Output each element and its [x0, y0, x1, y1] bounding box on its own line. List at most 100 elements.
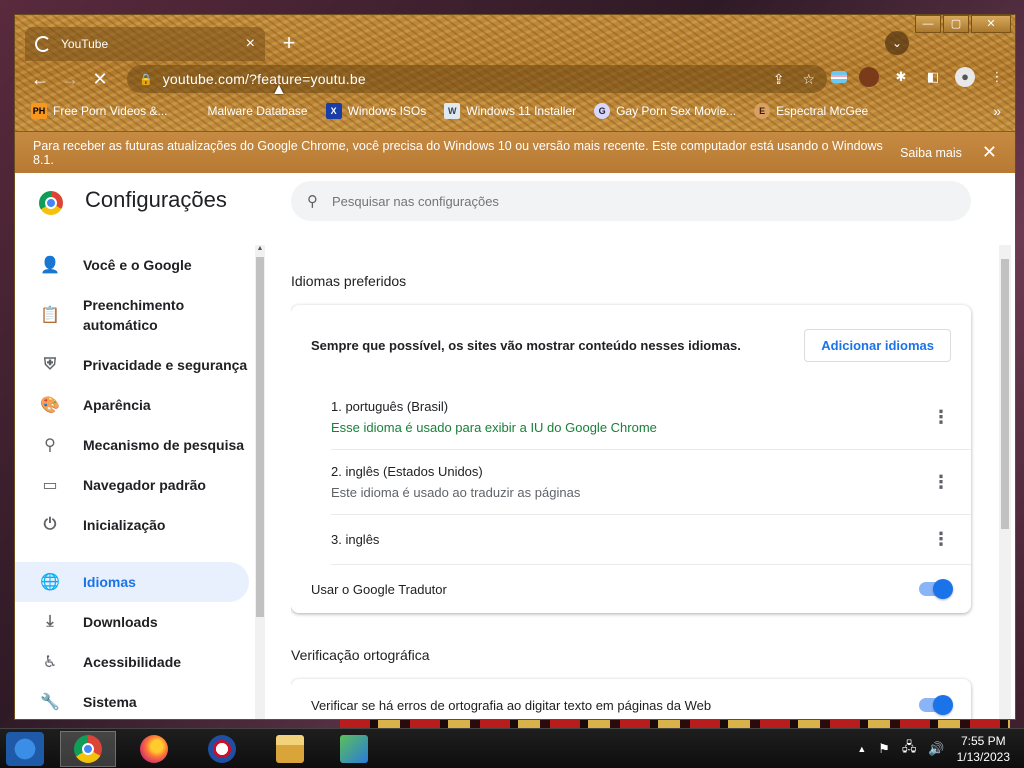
forward-button[interactable]: → [55, 65, 85, 93]
spellcheck-section-title: Verificação ortográfica [291, 647, 430, 663]
sidebar-item-label: Você e o Google [83, 257, 192, 273]
settings-search[interactable]: ⚲ [291, 181, 971, 221]
sidebar-item-default-browser[interactable]: ▭ Navegador padrão [15, 465, 249, 505]
sidebar-item-languages[interactable]: 🌐 Idiomas [15, 562, 249, 602]
globe-favicon-icon: G [594, 103, 611, 119]
more-actions-icon[interactable]: ⋮ [931, 529, 951, 550]
sidebar-item-startup[interactable]: ⏻ Inicialização [15, 505, 249, 545]
x-favicon-icon: X [325, 103, 342, 119]
lock-icon[interactable]: 🔒 [139, 73, 153, 86]
ph-favicon-icon: PH [31, 103, 47, 119]
taskbar-file-explorer[interactable] [262, 731, 318, 767]
language-note: Este idioma é usado ao traduzir as págin… [331, 485, 581, 500]
sidebar-item-label: Aparência [83, 397, 151, 413]
sidebar-item-label: Inicialização [83, 517, 166, 533]
taskbar-network-app[interactable] [326, 731, 382, 767]
sidebar-item-system[interactable]: 🔧 Sistema [15, 682, 249, 719]
profile-avatar-icon[interactable]: ● [955, 67, 975, 87]
bookmark-item[interactable]: E Espectral McGee [754, 103, 868, 119]
face-favicon-icon: E [754, 103, 771, 119]
power-icon: ⏻ [43, 516, 57, 533]
download-icon: ⤓ [46, 613, 54, 630]
sidebar-item-you-and-google[interactable]: 👤 Você e o Google [15, 245, 249, 285]
puzzle-extensions-icon[interactable]: ✱ [891, 67, 911, 87]
search-input[interactable] [332, 193, 955, 209]
tray-expand-icon[interactable]: ▲ [857, 744, 866, 754]
infobar-message: Para receber as futuras atualizações do … [33, 138, 883, 167]
language-text: 2. inglês (Estados Unidos) Este idioma é… [331, 464, 931, 500]
language-name: 2. inglês (Estados Unidos) [331, 464, 483, 479]
tab-youtube[interactable]: YouTube × [25, 27, 265, 61]
start-button[interactable] [6, 732, 44, 766]
close-window-button[interactable]: ✕ [971, 15, 1011, 33]
mouse-cursor-icon: ▲ [271, 81, 287, 98]
bookmark-item[interactable]: PH Free Porn Videos &... [31, 103, 168, 119]
action-center-flag-icon[interactable]: ⚑ [878, 741, 890, 757]
translate-label: Usar o Google Tradutor [311, 581, 447, 597]
minimize-button[interactable]: — [915, 15, 941, 33]
toolbar: ← → ✕ 🔒 youtube.com/?feature=youtu.be ⇪ … [15, 63, 1015, 95]
accessibility-icon: ♿ [42, 654, 58, 671]
stop-loading-button[interactable]: ✕ [85, 65, 115, 93]
taskbar-obama-logo[interactable] [194, 731, 250, 767]
network-icon[interactable]: 🖧 [902, 738, 917, 760]
bookmark-label: Malware Database [207, 104, 308, 118]
sidebar-item-autofill[interactable]: 📋 Preenchimento automático [15, 285, 249, 345]
tab-search-button[interactable]: ⌄ [885, 31, 909, 55]
browser-window: YouTube × + ⌄ — ▢ ✕ ← → ✕ 🔒 youtube.com/… [14, 14, 1016, 720]
scroll-up-icon[interactable]: ▲ [255, 245, 265, 252]
translate-toggle[interactable] [919, 579, 953, 599]
tab-title: YouTube [61, 37, 109, 51]
taskbar: ▲ ⚑ 🖧 🔊 7:55 PM 1/13/2023 [0, 728, 1024, 768]
palette-icon: 🎨 [40, 397, 60, 414]
window-controls: — ▢ ✕ [913, 15, 1011, 33]
sidebar-item-privacy[interactable]: ⛨ Privacidade e segurança [15, 345, 249, 385]
bookmark-item[interactable]: Malware Database [186, 103, 308, 119]
maximize-button[interactable]: ▢ [943, 15, 969, 33]
bookmark-item[interactable]: W Windows 11 Installer [444, 103, 576, 119]
languages-description: Sempre que possível, os sites vão mostra… [311, 337, 741, 353]
sidebar-scrollbar[interactable]: ▲ ▼ [255, 245, 265, 719]
sidebar-item-appearance[interactable]: 🎨 Aparência [15, 385, 249, 425]
taskbar-firefox[interactable] [126, 731, 182, 767]
learn-more-link[interactable]: Saiba mais [900, 146, 962, 160]
spellcheck-toggle[interactable] [919, 695, 953, 715]
bookmark-item[interactable]: G Gay Porn Sex Movie... [594, 103, 736, 119]
main-scroll-thumb[interactable] [1001, 259, 1009, 529]
url-text[interactable]: youtube.com/?feature=youtu.be [163, 71, 755, 87]
new-tab-button[interactable]: + [277, 32, 301, 56]
sidebar-item-label: Downloads [83, 614, 158, 630]
add-languages-button[interactable]: Adicionar idiomas [804, 328, 951, 362]
clock-date: 1/13/2023 [956, 750, 1010, 764]
bookmark-item[interactable]: X Windows ISOs [325, 103, 426, 119]
main-scrollbar[interactable] [999, 245, 1011, 719]
more-actions-icon[interactable]: ⋮ [931, 407, 951, 428]
infobar-close-icon[interactable]: ✕ [982, 142, 997, 163]
network-app-icon [340, 735, 368, 763]
settings-page: Configurações ⚲ 👤 Você e o Google 📋 Pree… [15, 173, 1015, 719]
clock-time: 7:55 PM [960, 734, 1006, 748]
more-actions-icon[interactable]: ⋮ [931, 472, 951, 493]
back-button[interactable]: ← [25, 65, 55, 93]
taskbar-chrome[interactable] [60, 731, 116, 767]
tab-close-icon[interactable]: × [246, 35, 255, 53]
share-icon[interactable]: ⇪ [773, 71, 785, 88]
pride-flag-extension-icon[interactable] [831, 71, 847, 83]
toggle-knob [933, 695, 953, 715]
sidebar-scroll-thumb[interactable] [256, 257, 264, 617]
clock[interactable]: 7:55 PM 1/13/2023 [957, 733, 1010, 765]
address-bar[interactable]: 🔒 youtube.com/?feature=youtu.be ⇪ ☆ [127, 65, 827, 93]
side-panel-icon[interactable]: ◧ [923, 67, 943, 87]
menu-kebab-icon[interactable]: ⋮ [987, 67, 1007, 87]
sidebar-item-search-engine[interactable]: ⚲ Mecanismo de pesquisa [15, 425, 249, 465]
sidebar-item-accessibility[interactable]: ♿ Acessibilidade [15, 642, 249, 682]
bookmarks-overflow-icon[interactable]: » [993, 103, 1001, 119]
sidebar-item-label: Mecanismo de pesquisa [83, 437, 245, 453]
avatar-extension-icon[interactable] [859, 67, 879, 87]
language-name: 3. inglês [331, 532, 380, 547]
sidebar-item-downloads[interactable]: ⤓ Downloads [15, 602, 249, 642]
bookmark-star-icon[interactable]: ☆ [802, 71, 815, 88]
volume-icon[interactable]: 🔊 [928, 741, 944, 757]
languages-card: Sempre que possível, os sites vão mostra… [291, 305, 971, 613]
extensions-area: ✱ ◧ ● ⋮ [825, 67, 1013, 87]
